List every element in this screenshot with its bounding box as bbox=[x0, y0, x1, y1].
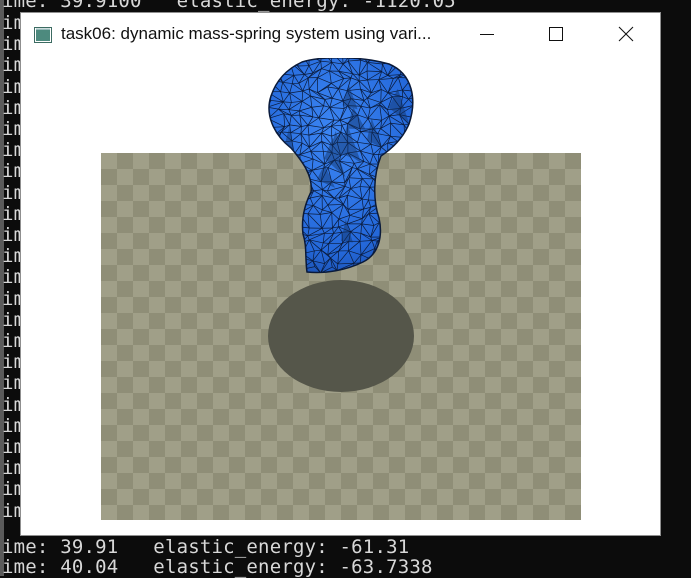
close-icon bbox=[618, 26, 634, 42]
scene-canvas[interactable] bbox=[21, 58, 660, 535]
window-title: task06: dynamic mass-spring system using… bbox=[61, 24, 431, 44]
minimize-button[interactable] bbox=[464, 13, 510, 55]
app-window-icon bbox=[34, 27, 52, 43]
maximize-icon bbox=[548, 26, 564, 42]
opengl-viewport[interactable] bbox=[21, 58, 660, 535]
console-line: ime: 39.9100 elastic_energy: -1120.05 bbox=[2, 0, 456, 12]
close-button[interactable] bbox=[603, 13, 649, 55]
title-bar[interactable]: task06: dynamic mass-spring system using… bbox=[21, 13, 660, 58]
console-line: ime: 39.91 elastic_energy: -61.31 bbox=[2, 537, 409, 558]
console-line: ime: 40.04 elastic_energy: -63.7338 bbox=[2, 557, 433, 578]
maximize-button[interactable] bbox=[533, 13, 579, 55]
minimize-icon bbox=[479, 26, 495, 42]
app-window[interactable]: task06: dynamic mass-spring system using… bbox=[20, 12, 661, 536]
sphere-shadow bbox=[268, 280, 414, 392]
